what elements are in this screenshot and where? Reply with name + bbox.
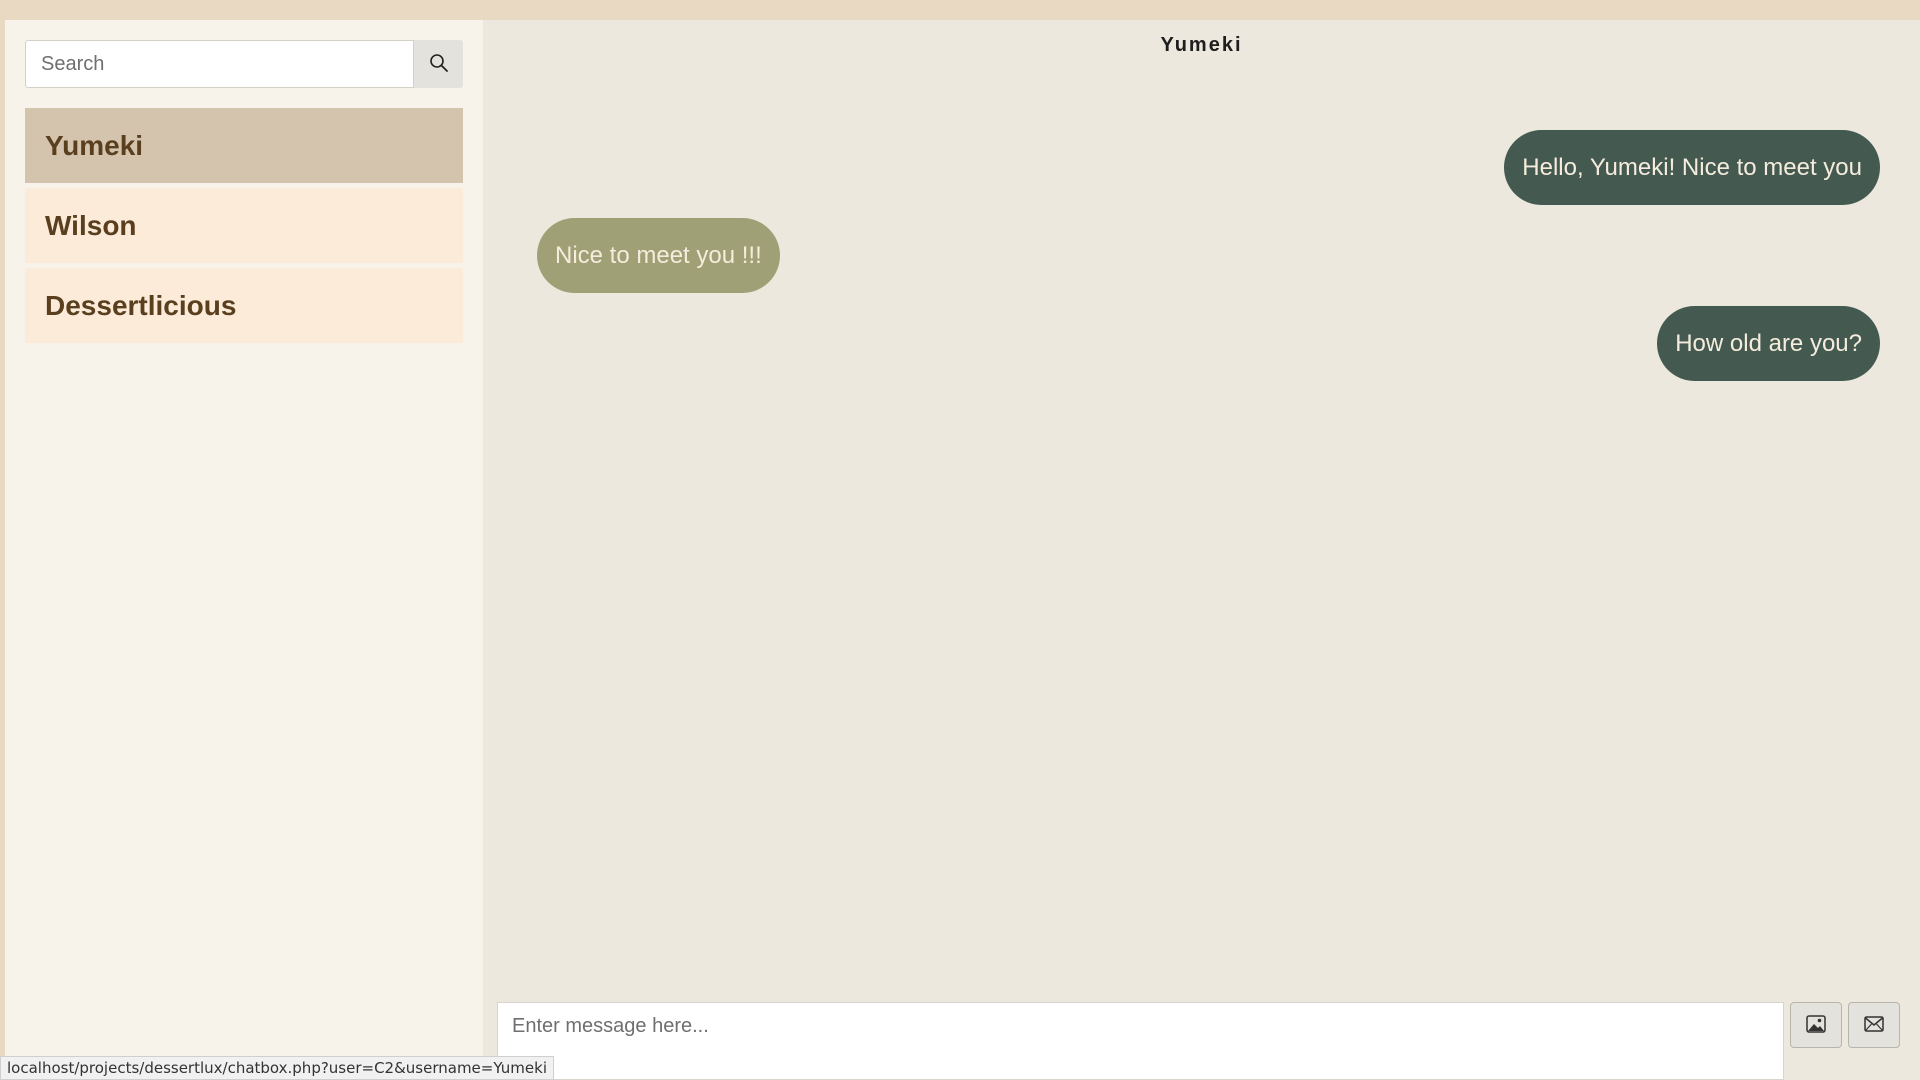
- sent-message-bubble: Hello, Yumeki! Nice to meet you: [1504, 130, 1880, 205]
- contact-name: Yumeki: [45, 129, 144, 161]
- contact-item-wilson[interactable]: Wilson: [25, 188, 463, 263]
- app: Yumeki Wilson Dessertlicious Yumeki Hell…: [5, 20, 1920, 1080]
- chat-panel: Yumeki Hello, Yumeki! Nice to meet you N…: [483, 20, 1920, 1080]
- received-message-bubble: Nice to meet you !!!: [537, 218, 780, 293]
- message-row: Hello, Yumeki! Nice to meet you: [483, 130, 1920, 205]
- message-list: Hello, Yumeki! Nice to meet you Nice to …: [483, 130, 1920, 394]
- search-bar: [25, 40, 463, 88]
- contact-item-yumeki[interactable]: Yumeki: [25, 108, 463, 183]
- message-composer: [497, 1002, 1900, 1080]
- contact-item-dessertlicious[interactable]: Dessertlicious: [25, 268, 463, 343]
- sidebar: Yumeki Wilson Dessertlicious: [5, 20, 483, 1080]
- contact-list: Yumeki Wilson Dessertlicious: [25, 108, 463, 348]
- attach-image-button[interactable]: [1790, 1002, 1842, 1048]
- message-row: Nice to meet you !!!: [483, 218, 1920, 293]
- search-button[interactable]: [414, 40, 463, 88]
- search-icon: [429, 53, 449, 76]
- status-bar-url: localhost/projects/dessertlux/chatbox.ph…: [0, 1056, 554, 1080]
- image-icon: [1806, 1014, 1826, 1036]
- contact-name: Dessertlicious: [45, 289, 237, 321]
- send-button[interactable]: [1848, 1002, 1900, 1048]
- envelope-icon: [1864, 1015, 1884, 1035]
- search-input[interactable]: [25, 40, 414, 88]
- chat-title: Yumeki: [1160, 34, 1243, 56]
- message-input[interactable]: [497, 1002, 1784, 1080]
- contact-name: Wilson: [45, 209, 137, 241]
- message-row: How old are you?: [483, 306, 1920, 381]
- sent-message-bubble: How old are you?: [1657, 306, 1880, 381]
